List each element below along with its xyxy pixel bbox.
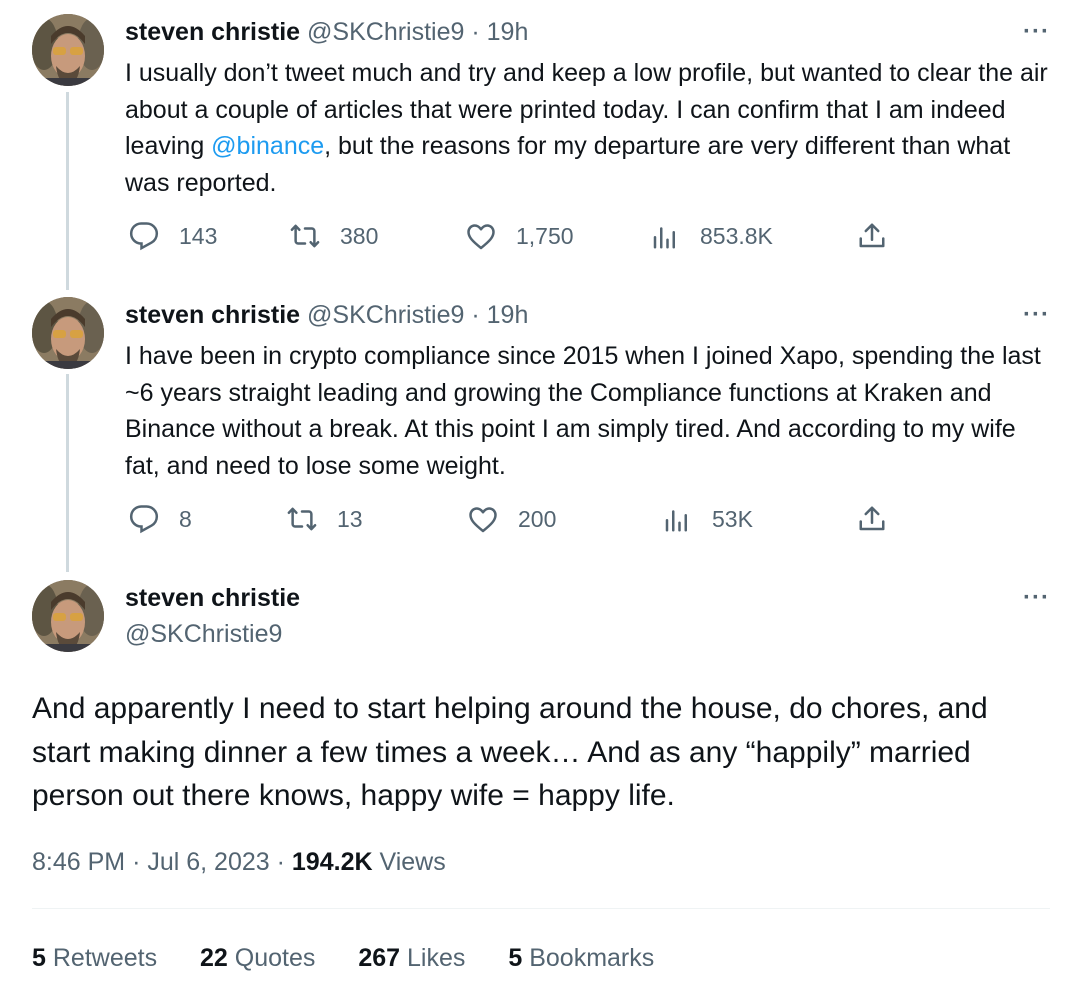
quotes-stat[interactable]: 22 Quotes xyxy=(200,944,315,972)
retweet-count: 380 xyxy=(340,222,379,249)
views-button[interactable]: 53K xyxy=(662,504,753,534)
thread-line xyxy=(66,374,69,572)
reply-count: 8 xyxy=(179,505,192,532)
retweet-count: 13 xyxy=(337,505,363,532)
tweet-date[interactable]: Jul 6, 2023 xyxy=(147,848,269,876)
quotes-count: 22 xyxy=(200,944,228,972)
tweet-meta: 8:46 PM · Jul 6, 2023 · 194.2K Views xyxy=(32,845,446,879)
avatar-image xyxy=(32,14,104,86)
separator-dot: · xyxy=(471,18,480,46)
views-count: 194.2K xyxy=(291,848,373,876)
tweet-text: I usually don’t tweet much and try and k… xyxy=(125,55,1055,201)
views-count: 853.8K xyxy=(700,222,773,249)
author-handle[interactable]: @SKChristie9 xyxy=(307,301,464,329)
author-name[interactable]: steven christie xyxy=(125,301,300,329)
bookmarks-stat[interactable]: 5 Bookmarks xyxy=(508,944,654,972)
retweet-button[interactable]: 13 xyxy=(287,504,363,534)
tweet-time[interactable]: 8:46 PM xyxy=(32,848,125,876)
avatar[interactable] xyxy=(32,14,104,86)
separator-dot: · xyxy=(276,848,292,876)
views-button[interactable]: 853.8K xyxy=(650,221,773,251)
avatar-image xyxy=(32,297,104,369)
author-name[interactable]: steven christie xyxy=(125,582,300,614)
tweet-actions: 143 380 1,750 853.8K xyxy=(125,221,905,257)
author-handle[interactable]: @SKChristie9 xyxy=(307,18,464,46)
more-icon[interactable]: ··· xyxy=(1023,586,1050,610)
separator-dot: · xyxy=(471,301,480,329)
retweets-stat[interactable]: 5 Retweets xyxy=(32,944,157,972)
retweets-label: Retweets xyxy=(52,944,158,972)
likes-stat[interactable]: 267 Likes xyxy=(358,944,465,972)
views-label: Views xyxy=(379,848,446,876)
thread-line xyxy=(66,92,69,290)
avatar[interactable] xyxy=(32,297,104,369)
like-button[interactable]: 1,750 xyxy=(466,221,574,251)
more-icon[interactable]: ··· xyxy=(1023,303,1050,327)
reply-icon xyxy=(129,504,159,534)
author-name[interactable]: steven christie xyxy=(125,18,300,46)
main-tweet-text: And apparently I need to start helping a… xyxy=(32,692,988,812)
retweet-icon xyxy=(290,221,320,251)
share-icon xyxy=(857,504,887,534)
like-count: 200 xyxy=(518,505,557,532)
bookmarks-label: Bookmarks xyxy=(529,944,655,972)
bookmarks-count: 5 xyxy=(508,944,523,972)
avatar[interactable] xyxy=(32,580,104,652)
avatar-image xyxy=(32,580,104,652)
views-count: 53K xyxy=(712,505,753,532)
divider xyxy=(32,908,1050,909)
mention-link[interactable]: @binance xyxy=(211,132,324,160)
tweet-stats: 5 Retweets 22 Quotes 267 Likes 5 Bookmar… xyxy=(32,941,690,975)
reply-count: 143 xyxy=(179,222,218,249)
views-chart-icon xyxy=(650,221,680,251)
reply-button[interactable]: 143 xyxy=(129,221,217,251)
separator-dot: · xyxy=(132,848,148,876)
tweet-header: steven christie @SKChristie9 · 19h xyxy=(125,17,528,47)
share-icon xyxy=(857,221,887,251)
tweet-header: steven christie @SKChristie9 · 19h xyxy=(125,300,528,330)
share-button[interactable] xyxy=(857,504,887,534)
reply-icon xyxy=(129,221,159,251)
quotes-label: Quotes xyxy=(234,944,316,972)
share-button[interactable] xyxy=(857,221,887,251)
tweet-actions: 8 13 200 53K xyxy=(125,504,905,540)
tweet-text: I have been in crypto compliance since 2… xyxy=(125,342,1041,480)
retweet-button[interactable]: 380 xyxy=(290,221,378,251)
reply-button[interactable]: 8 xyxy=(129,504,192,534)
tweet-time[interactable]: 19h xyxy=(487,301,529,329)
retweet-icon xyxy=(287,504,317,534)
retweets-count: 5 xyxy=(32,944,46,972)
like-button[interactable]: 200 xyxy=(468,504,556,534)
more-icon[interactable]: ··· xyxy=(1023,20,1050,44)
views-chart-icon xyxy=(662,504,692,534)
likes-label: Likes xyxy=(407,944,466,972)
heart-icon xyxy=(468,504,498,534)
author-handle[interactable]: @SKChristie9 xyxy=(125,618,282,650)
heart-icon xyxy=(466,221,496,251)
like-count: 1,750 xyxy=(516,222,574,249)
tweet-time[interactable]: 19h xyxy=(487,18,529,46)
likes-count: 267 xyxy=(358,944,401,972)
